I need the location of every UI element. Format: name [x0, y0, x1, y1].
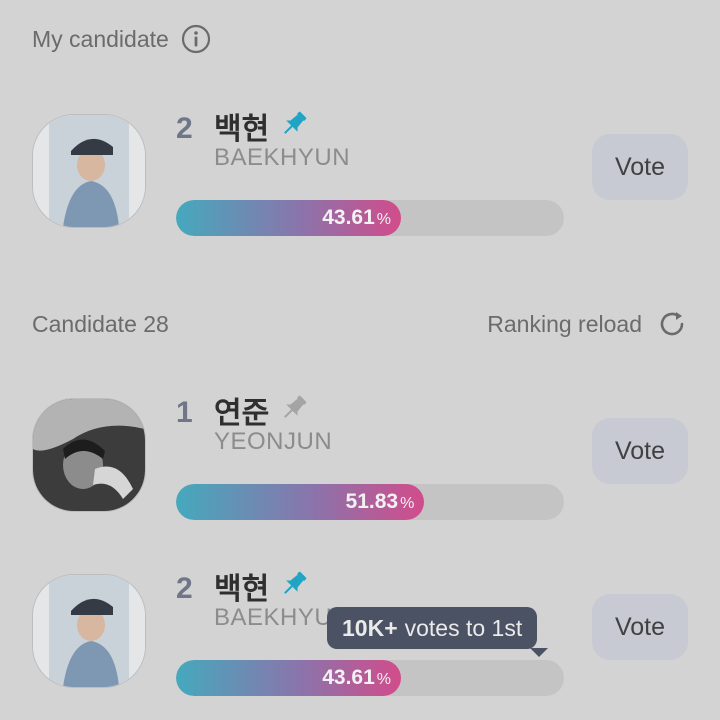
vote-percentage-fill: 43.61%: [176, 200, 402, 236]
candidate-name-korean: 연준: [214, 396, 270, 431]
tooltip-text: votes to 1st: [404, 614, 523, 641]
percent-unit: %: [376, 671, 392, 688]
candidate-avatar: [32, 114, 146, 228]
vote-button[interactable]: Vote: [592, 134, 688, 200]
my-candidate-card: 2 백현 BAEKHYUN 43.61% Vote: [0, 111, 720, 244]
vote-percentage-bar: 51.83%: [176, 484, 564, 520]
candidate-rank: 1: [176, 396, 193, 429]
vote-percentage-value: 43.61: [322, 666, 375, 689]
vote-percentage-bar: 43.61%: [176, 660, 564, 696]
votes-to-first-tooltip: 10K+ votes to 1st: [327, 607, 538, 649]
candidate-rank: 2: [176, 112, 193, 145]
ranking-reload-label: Ranking reload: [487, 310, 642, 337]
ranking-reload-button[interactable]: Ranking reload: [487, 308, 688, 340]
candidate-name-korean: 백현: [214, 112, 270, 147]
candidate-name-english: YEONJUN: [214, 428, 333, 455]
vote-percentage-bar: 43.61%: [176, 200, 564, 236]
vote-button[interactable]: Vote: [592, 418, 688, 484]
pin-icon[interactable]: [278, 392, 310, 429]
candidate-avatar: [32, 574, 146, 688]
vote-button[interactable]: Vote: [592, 594, 688, 660]
vote-percentage-fill: 51.83%: [176, 484, 425, 520]
pin-icon[interactable]: [278, 568, 310, 605]
ranking-header: Candidate 28 Ranking reload: [32, 308, 688, 340]
reload-icon[interactable]: [656, 308, 688, 340]
candidate-rank: 2: [176, 572, 193, 605]
candidate-count: Candidate 28: [32, 310, 169, 337]
vote-percentage-fill: 43.61%: [176, 660, 402, 696]
tooltip-vote-gap: 10K+: [342, 614, 398, 641]
candidate-name-korean: 백현: [214, 572, 270, 607]
info-icon[interactable]: [181, 24, 211, 54]
tooltip-arrow: [530, 648, 548, 657]
candidate-avatar: [32, 398, 146, 512]
percent-unit: %: [400, 495, 415, 512]
my-candidate-header: My candidate: [32, 24, 688, 54]
pin-icon[interactable]: [278, 108, 310, 145]
ranking-card: 1 연준 YEONJUN 51.83% Vote: [0, 395, 720, 528]
vote-percentage-value: 51.83: [345, 490, 399, 513]
my-candidate-title: My candidate: [32, 25, 169, 52]
percent-unit: %: [376, 211, 392, 228]
vote-percentage-value: 43.61: [322, 206, 375, 229]
candidate-name-english: BAEKHYUN: [214, 144, 351, 171]
